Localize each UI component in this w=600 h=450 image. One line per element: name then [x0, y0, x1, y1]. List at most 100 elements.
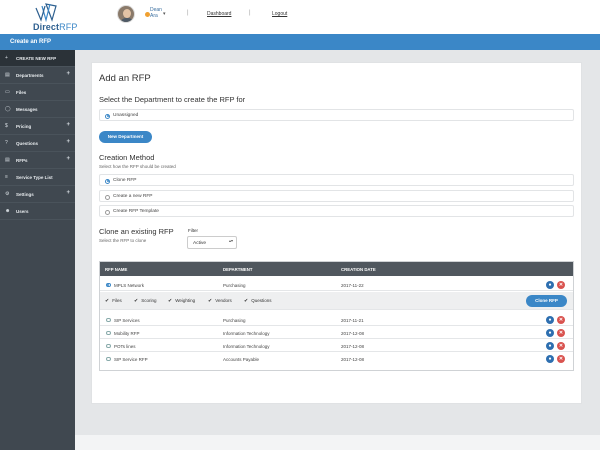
sidebar: + CREATE NEW RFP ▤ Departments + ▭ Files…: [0, 50, 75, 450]
rfp-department: Accounts Payable: [223, 356, 260, 362]
row-radio[interactable]: [106, 330, 111, 335]
page-title: Create an RFP: [10, 39, 52, 45]
clone-heading: Clone an existing RFP: [99, 227, 174, 236]
row-radio[interactable]: [106, 356, 111, 361]
page-title-bar: Create an RFP: [0, 34, 600, 50]
expand-icon[interactable]: +: [66, 71, 70, 77]
clone-option-scoring[interactable]: ✔ Scoring: [134, 298, 156, 304]
method-option-template[interactable]: Create RFP Template: [99, 205, 574, 217]
view-icon[interactable]: ●: [546, 342, 554, 350]
clone-options-row: ✔ Files ✔ Scoring ✔ Weighting ✔ Vendors ✔ Que…: [100, 292, 573, 310]
row-radio[interactable]: [106, 343, 111, 348]
new-department-button[interactable]: New Department: [99, 131, 152, 143]
logo[interactable]: DirectRFP: [32, 2, 78, 32]
clone-option-files[interactable]: ✔ Files: [105, 298, 122, 304]
delete-icon[interactable]: ✕: [557, 329, 565, 337]
filter-select[interactable]: Active ▴▾: [187, 236, 237, 249]
logout-link[interactable]: Logout: [272, 11, 287, 17]
department-option-unassigned[interactable]: Unassigned: [99, 109, 574, 121]
delete-icon[interactable]: ✕: [557, 316, 565, 324]
sidebar-item-settings[interactable]: ⚙ Settings +: [0, 186, 75, 203]
rfp-date: 2017-12-08: [341, 343, 365, 349]
top-header: DirectRFP Dean Ara ▾ | Dashboard | Logou…: [0, 0, 600, 34]
delete-icon[interactable]: ✕: [557, 281, 565, 289]
check-icon: ✔: [208, 298, 213, 304]
table-row[interactable]: POTs lines Information Technology 2017-1…: [100, 340, 573, 352]
sidebar-item-messages[interactable]: ◯ Messages: [0, 101, 75, 118]
sidebar-item-label: Users: [16, 209, 29, 214]
expand-icon[interactable]: +: [66, 156, 70, 162]
avatar[interactable]: [117, 5, 135, 23]
department-heading: Select the Department to create the RFP …: [99, 95, 246, 104]
dashboard-link[interactable]: Dashboard: [207, 11, 231, 17]
sidebar-item-files[interactable]: ▭ Files: [0, 84, 75, 101]
separator: |: [249, 10, 251, 16]
view-icon[interactable]: ●: [546, 316, 554, 324]
table-row[interactable]: MPLS Network Purchasing 2017-11-22 ● ✕: [100, 279, 573, 291]
check-icon: ✔: [105, 298, 110, 304]
chevron-down-icon[interactable]: ▾: [163, 11, 166, 17]
rfp-department: Purchasing: [223, 317, 246, 323]
radio-button[interactable]: [105, 209, 110, 215]
clone-option-vendors[interactable]: ✔ Vendors: [208, 298, 232, 304]
sidebar-item-pricing[interactable]: $ Pricing +: [0, 118, 75, 135]
gear-icon: ⚙: [5, 191, 10, 197]
method-option-clone[interactable]: Clone RFP: [99, 174, 574, 186]
creation-method-heading: Creation Method: [99, 153, 155, 162]
delete-icon[interactable]: ✕: [557, 342, 565, 350]
delete-icon[interactable]: ✕: [557, 355, 565, 363]
sidebar-item-label: Settings: [16, 192, 34, 197]
column-header-department: DEPARTMENT: [223, 267, 253, 272]
message-icon: ◯: [5, 106, 11, 112]
check-icon: ✔: [244, 298, 249, 304]
rfp-date: 2017-11-21: [341, 317, 364, 323]
creation-method-subtitle: Select how the RFP should be created: [99, 164, 176, 169]
row-radio[interactable]: [106, 317, 111, 322]
dollar-icon: $: [5, 123, 8, 129]
table-row[interactable]: SIP Services Purchasing 2017-11-21 ● ✕: [100, 314, 573, 326]
expand-icon[interactable]: +: [66, 122, 70, 128]
footer: [75, 435, 600, 450]
option-label: Clone RFP: [113, 178, 137, 183]
form-title: Add an RFP: [99, 73, 151, 84]
clone-rfp-button[interactable]: Clone RFP: [526, 295, 567, 307]
radio-button[interactable]: [105, 194, 110, 200]
filter-label: Filter: [188, 228, 198, 233]
rfp-name: Mobility RFP: [114, 330, 140, 336]
clone-option-questions[interactable]: ✔ Questions: [244, 298, 271, 304]
sidebar-item-service-type-list[interactable]: ≡ Service Type List: [0, 169, 75, 186]
rfp-department: Information Technology: [223, 330, 270, 336]
view-icon[interactable]: ●: [546, 281, 554, 289]
logo-text: DirectRFP: [33, 22, 78, 32]
sidebar-item-label: Questions: [16, 141, 39, 146]
sidebar-item-label: Files: [16, 90, 27, 95]
row-radio[interactable]: [106, 282, 111, 287]
rfp-name: MPLS Network: [114, 282, 145, 288]
sidebar-item-questions[interactable]: ? Questions +: [0, 135, 75, 152]
clone-option-weighting[interactable]: ✔ Weighting: [168, 298, 195, 304]
sidebar-item-create-new-rfp[interactable]: + CREATE NEW RFP: [0, 50, 75, 67]
sidebar-item-departments[interactable]: ▤ Departments +: [0, 67, 75, 84]
option-label: Create a new RFP: [113, 194, 153, 199]
view-icon[interactable]: ●: [546, 355, 554, 363]
sidebar-item-rfps[interactable]: ▤ RFPs +: [0, 152, 75, 169]
expand-icon[interactable]: +: [66, 139, 70, 145]
separator: |: [187, 10, 189, 16]
rfp-name: POTs lines: [114, 343, 136, 349]
departments-icon: ▤: [5, 72, 10, 78]
check-icon: ✔: [168, 298, 173, 304]
expand-icon[interactable]: +: [66, 190, 70, 196]
sidebar-item-label: CREATE NEW RFP: [16, 56, 57, 61]
method-option-new[interactable]: Create a new RFP: [99, 190, 574, 202]
check-icon: ✔: [134, 298, 139, 304]
rfp-date: 2017-11-22: [341, 282, 364, 288]
radio-button[interactable]: [105, 178, 110, 184]
view-icon[interactable]: ●: [546, 329, 554, 337]
table-row[interactable]: Mobility RFP Information Technology 2017…: [100, 327, 573, 339]
document-icon: ▤: [5, 157, 10, 163]
table-row[interactable]: SIP Service RFP Accounts Payable 2017-12…: [100, 353, 573, 365]
sidebar-item-users[interactable]: ☻ Users: [0, 203, 75, 220]
radio-button[interactable]: [105, 113, 110, 119]
rfp-name: SIP Services: [114, 317, 140, 323]
folder-icon: ▭: [5, 89, 10, 95]
